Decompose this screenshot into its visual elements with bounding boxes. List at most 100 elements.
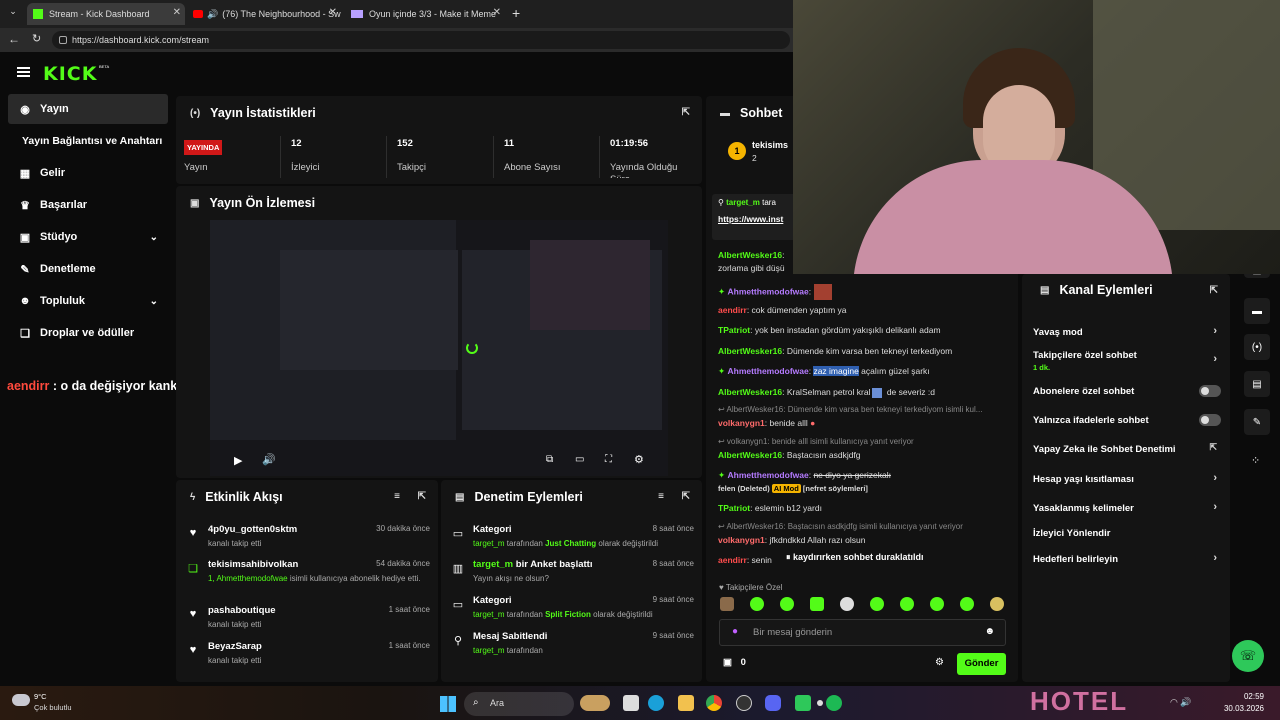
chat-user[interactable]: volkanygn1 xyxy=(718,418,765,428)
sidebar-item-yayin[interactable]: ◉ Yayın xyxy=(8,94,168,124)
pinned-link[interactable]: https://www.inst xyxy=(718,214,783,224)
pinned-user[interactable]: target_m xyxy=(726,198,760,207)
emote-icon[interactable] xyxy=(930,597,944,611)
tab-kick-dashboard[interactable]: Stream - Kick Dashboard ✕ xyxy=(27,3,185,25)
raid-item[interactable]: İzleyici Yönlendir xyxy=(1033,523,1223,543)
activity-user[interactable]: tekisimsahibivolkan xyxy=(208,559,298,570)
chat-user[interactable]: Ahmetthemodofwae xyxy=(727,470,808,480)
emote-only-item[interactable]: Yalnızca ifadelerle sohbet xyxy=(1033,410,1223,430)
close-tab-icon[interactable]: ✕ xyxy=(173,7,181,18)
sidebar-item-studyo[interactable]: ▣ Stüdyo ⌄ xyxy=(8,222,168,252)
emote-icon[interactable] xyxy=(960,597,974,611)
chat-user[interactable]: volkanygn1 xyxy=(718,535,765,545)
chat-user[interactable]: aendirr xyxy=(718,305,747,315)
emoji-picker-icon[interactable]: ☻ xyxy=(984,626,995,637)
mod-user[interactable]: target_m xyxy=(473,539,505,548)
chat-input[interactable]: ● Bir mesaj gönderin ☻ xyxy=(719,619,1006,646)
emote-icon[interactable] xyxy=(810,597,824,611)
app-icon[interactable] xyxy=(795,695,811,711)
tools-widget-button[interactable]: ✎ xyxy=(1244,409,1270,435)
emote-icon[interactable] xyxy=(900,597,914,611)
new-tab-button[interactable]: + xyxy=(512,5,520,21)
emote-icon[interactable] xyxy=(840,597,854,611)
chat-paused-banner[interactable]: ⏸ kaydırırken sohbet duraklatıldı xyxy=(786,552,924,563)
mod-user[interactable]: target_m xyxy=(473,559,513,570)
activity-user[interactable]: 4p0yu_gotten0sktm xyxy=(208,524,297,535)
emote-icon[interactable] xyxy=(720,597,734,611)
chat-user[interactable]: AlbertWesker16 xyxy=(718,250,782,260)
chat-user[interactable]: aendirr xyxy=(718,555,747,565)
sidebar-item-gelir[interactable]: ▦ Gelir xyxy=(8,158,168,188)
sidebar-item-basarilar[interactable]: ♛ Başarılar xyxy=(8,190,168,220)
support-chat-button[interactable]: ☏ xyxy=(1232,640,1264,672)
popout-icon[interactable]: ⇱ xyxy=(682,107,690,118)
subscribers-only-item[interactable]: Abonelere özel sohbet xyxy=(1033,381,1223,401)
broadcast-widget-button[interactable]: (•) xyxy=(1244,334,1270,360)
hamburger-menu-icon[interactable] xyxy=(17,67,30,77)
banned-words-item[interactable]: Yasaklanmış kelimeler › xyxy=(1033,498,1223,518)
sidebar-item-denetleme[interactable]: ✎ Denetleme xyxy=(8,254,168,284)
sidebar-item-droplar[interactable]: ❏ Droplar ve ödüller xyxy=(8,318,168,348)
news-widget-icon[interactable] xyxy=(580,695,610,711)
moderation-widget-button[interactable]: ▤ xyxy=(1244,371,1270,397)
file-explorer-icon[interactable] xyxy=(678,695,694,711)
chat-widget-button[interactable]: ▬ xyxy=(1244,298,1270,324)
activity-user[interactable]: BeyazSarap xyxy=(208,641,262,652)
followers-only-item[interactable]: Takipçilere özel sohbet 1 dk. › xyxy=(1033,350,1223,376)
spotify-icon[interactable] xyxy=(826,695,842,711)
chat-user[interactable]: Ahmetthemodofwae xyxy=(727,286,808,296)
site-info-icon[interactable] xyxy=(59,36,67,44)
sidebar-item-stream-key[interactable]: Yayın Bağlantısı ve Anahtarı xyxy=(22,126,182,156)
emote-icon[interactable] xyxy=(750,597,764,611)
tray-icons[interactable]: ◠ 🔊 xyxy=(1170,697,1192,708)
mod-category[interactable]: Just Chatting xyxy=(545,539,596,548)
popout-icon[interactable]: ⇱ xyxy=(418,491,426,502)
play-button[interactable]: ▶ xyxy=(234,454,242,467)
volume-icon[interactable]: 🔊 xyxy=(262,453,276,466)
chat-user[interactable]: Ahmetthemodofwae xyxy=(727,366,808,376)
popout-icon[interactable]: ⇱ xyxy=(682,491,690,502)
emote-only-toggle[interactable] xyxy=(1199,414,1221,426)
activity-user[interactable]: pashaboutique xyxy=(208,605,276,616)
mod-user[interactable]: target_m xyxy=(473,646,505,655)
subscribers-only-toggle[interactable] xyxy=(1199,385,1221,397)
task-view-icon[interactable] xyxy=(623,695,639,711)
more-widgets-icon[interactable]: ⁘ xyxy=(1251,454,1260,467)
back-icon[interactable]: ← xyxy=(8,32,20,46)
video-player[interactable]: ▶ 🔊 ⧉ ▭ ⛶ ⚙ xyxy=(210,220,668,476)
filter-icon[interactable]: ≡ xyxy=(394,491,400,502)
speaker-icon[interactable]: 🔊 xyxy=(207,9,218,20)
settings-gear-icon[interactable]: ⚙ xyxy=(634,453,644,466)
clock[interactable]: 02:59 30.03.2026 xyxy=(1216,692,1264,713)
pinned-message[interactable]: ⚲ target_m tara https://www.inst xyxy=(712,194,796,240)
url-field[interactable]: https://dashboard.kick.com/stream xyxy=(52,31,790,49)
pip-icon[interactable]: ⧉ xyxy=(546,454,553,465)
tab-youtube[interactable]: 🔊 (76) The Neighbourhood - Sw ✕ xyxy=(187,3,341,25)
tab-list-dropdown[interactable]: ⌄ xyxy=(5,6,21,22)
chat-user[interactable]: AlbertWesker16 xyxy=(718,346,782,356)
mic-icon[interactable]: ● xyxy=(732,626,738,637)
weather-widget[interactable]: 9°C Çok bulutlu xyxy=(10,690,90,716)
discord-icon[interactable] xyxy=(765,695,781,711)
chat-settings-icon[interactable]: ⚙ xyxy=(935,657,944,668)
emote-icon[interactable] xyxy=(780,597,794,611)
mod-user[interactable]: target_m xyxy=(473,610,505,619)
windows-start-icon[interactable] xyxy=(440,696,456,712)
theater-mode-icon[interactable]: ▭ xyxy=(575,454,584,465)
close-tab-icon[interactable]: ✕ xyxy=(329,7,337,18)
channel-points[interactable]: ▣ 0 xyxy=(723,657,746,668)
top-gifter[interactable]: 1 xyxy=(728,142,746,160)
top-gifter-user[interactable]: tekisims xyxy=(752,140,788,150)
sidebar-item-topluluk[interactable]: ☻ Topluluk ⌄ xyxy=(8,286,168,316)
chat-user[interactable]: AlbertWesker16 xyxy=(718,450,782,460)
close-tab-icon[interactable]: ✕ xyxy=(493,7,501,18)
chat-user[interactable]: AlbertWesker16 xyxy=(718,387,782,397)
edge-icon[interactable] xyxy=(648,695,664,711)
mod-category[interactable]: Split Fiction xyxy=(545,610,591,619)
taskbar-search[interactable]: ⌕ Ara xyxy=(464,692,574,716)
send-button[interactable]: Gönder xyxy=(957,653,1006,675)
obs-icon[interactable] xyxy=(736,695,752,711)
chrome-icon[interactable] xyxy=(706,695,722,711)
account-age-item[interactable]: Hesap yaşı kısıtlaması › xyxy=(1033,469,1223,489)
tab-make-it-meme[interactable]: Oyun içinde 3/3 - Make it Meme ✕ xyxy=(345,3,505,25)
